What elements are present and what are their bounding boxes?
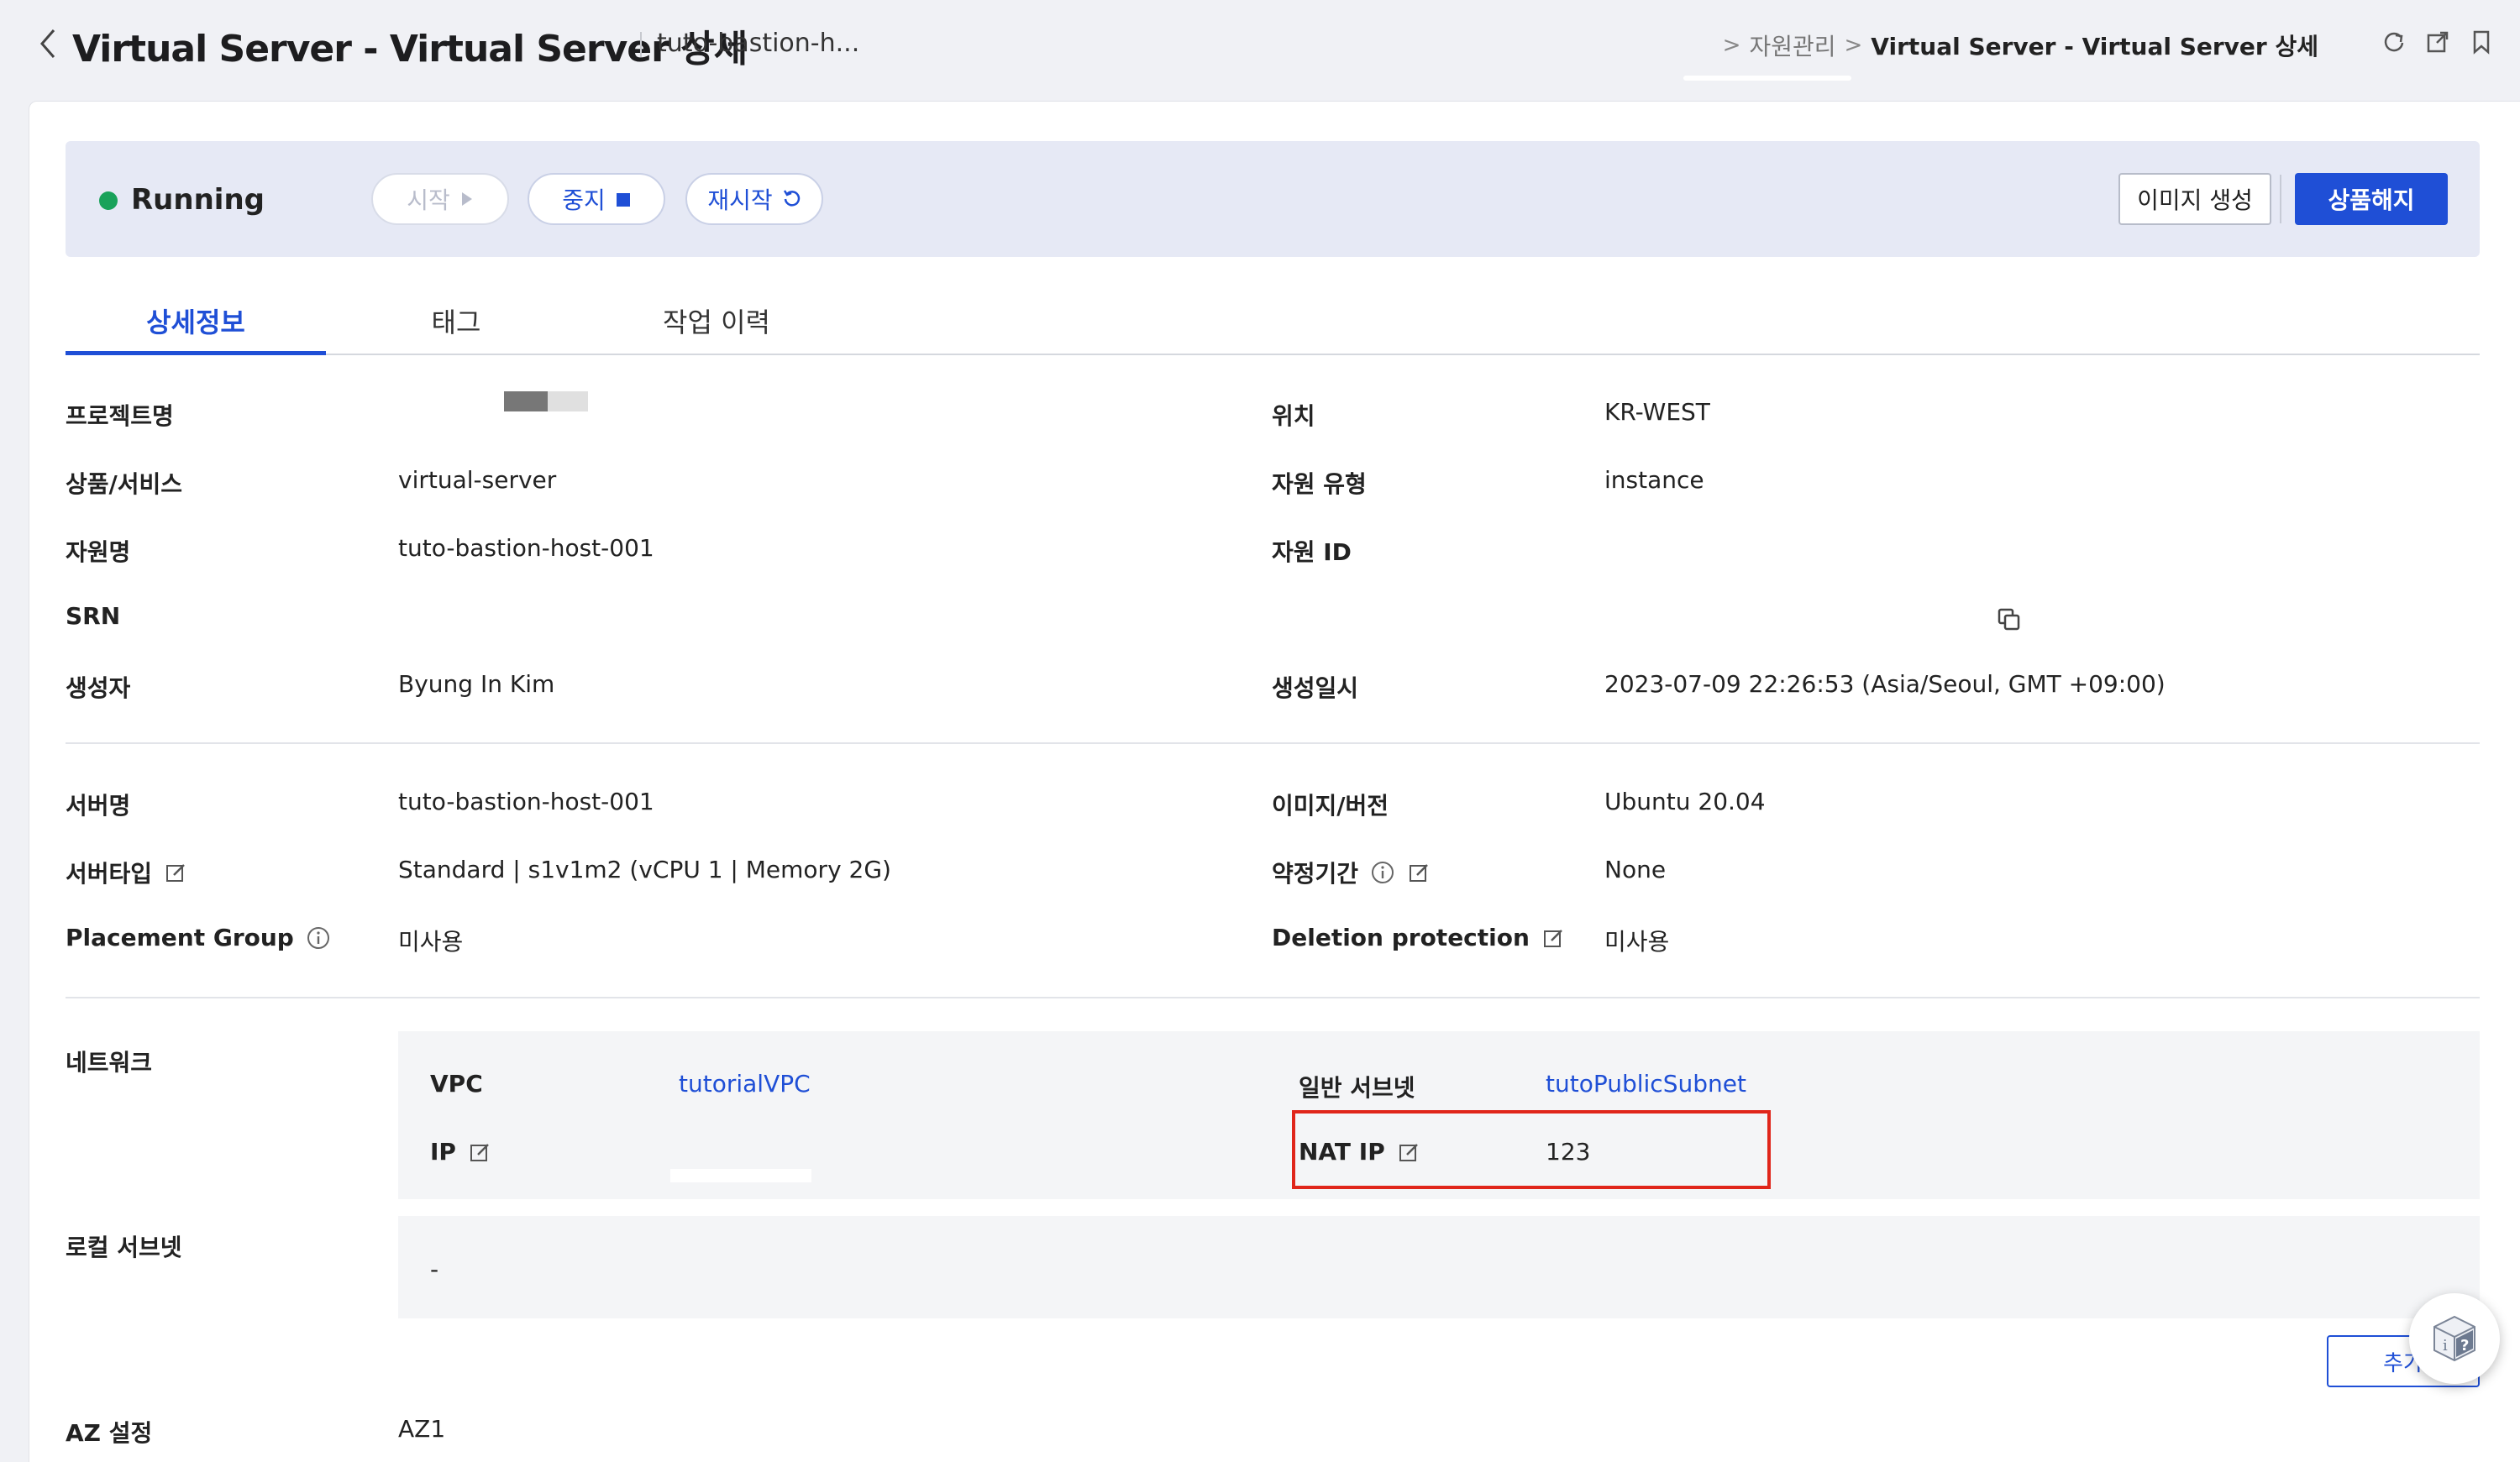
- creator-label: 생성자: [66, 674, 131, 702]
- page-subtitle: tuto-bastion-h...: [657, 29, 860, 58]
- refresh-icon[interactable]: [2381, 27, 2407, 57]
- status-running-dot: [99, 191, 118, 210]
- resource-id-label: 자원 ID: [1272, 538, 1352, 566]
- edit-icon[interactable]: [468, 1140, 493, 1165]
- vpc-label: VPC: [430, 1070, 483, 1098]
- info-icon[interactable]: [1370, 860, 1395, 885]
- breadcrumb: > 자원관리 > Virtual Server - Virtual Server…: [1723, 29, 2318, 62]
- title-divider: [640, 32, 642, 57]
- svg-text:?: ?: [2460, 1337, 2469, 1355]
- header-icons: [2381, 27, 2495, 57]
- creator-value: Byung In Kim: [398, 670, 555, 698]
- project-value-masked: [504, 391, 588, 411]
- bookmark-icon[interactable]: [2468, 27, 2495, 57]
- tab-bar: 상세정보 태그 작업 이력: [66, 290, 2480, 355]
- restart-button-label: 재시작: [707, 186, 773, 214]
- network-label: 네트워크: [66, 1049, 153, 1077]
- open-new-window-icon[interactable]: [2424, 27, 2451, 57]
- stop-square-icon: [616, 186, 631, 213]
- start-button-label: 시작: [407, 186, 450, 214]
- local-subnet-value: -: [430, 1255, 439, 1283]
- breadcrumb-item-resource-management[interactable]: 자원관리: [1749, 29, 1835, 62]
- image-version-value: Ubuntu 20.04: [1604, 788, 1766, 815]
- local-subnet-box: [398, 1216, 2480, 1318]
- created-at-label: 생성일시: [1272, 674, 1359, 702]
- local-subnet-label: 로컬 서브넷: [66, 1234, 182, 1261]
- chevron-right-icon: >: [1722, 33, 1741, 58]
- chevron-right-icon: >: [1844, 33, 1863, 58]
- server-type-label: 서버타입: [66, 856, 189, 889]
- section-divider: [66, 997, 2480, 998]
- page-header: Virtual Server - Virtual Server 상세 tuto-…: [0, 0, 2520, 92]
- ip-value-masked: [670, 1169, 811, 1182]
- deletion-protection-label-text: Deletion protection: [1272, 924, 1530, 951]
- location-value: KR-WEST: [1604, 398, 1710, 426]
- tab-details[interactable]: 상세정보: [66, 301, 326, 355]
- resource-name-value: tuto-bastion-host-001: [398, 534, 654, 562]
- restart-arrow-icon: [783, 186, 801, 213]
- start-button[interactable]: 시작: [371, 173, 509, 225]
- resource-type-label: 자원 유형: [1272, 470, 1367, 498]
- copy-icon[interactable]: [1996, 606, 2023, 633]
- subnet-link[interactable]: tutoPublicSubnet: [1546, 1070, 1746, 1098]
- edit-icon[interactable]: [164, 860, 189, 885]
- action-divider: [2280, 175, 2281, 223]
- deletion-protection-label: Deletion protection: [1272, 924, 1567, 951]
- breadcrumb-item-current: Virtual Server - Virtual Server 상세: [1871, 33, 2318, 60]
- vpc-link[interactable]: tutorialVPC: [679, 1070, 811, 1098]
- page-title: Virtual Server - Virtual Server 상세: [72, 28, 748, 71]
- nat-ip-highlight-box: [1292, 1110, 1771, 1189]
- contract-label: 약정기간: [1272, 856, 1432, 889]
- restart-button[interactable]: 재시작: [685, 173, 823, 225]
- stop-button[interactable]: 중지: [528, 173, 665, 225]
- deletion-protection-value: 미사용: [1604, 928, 1670, 956]
- placement-group-label-text: Placement Group: [66, 924, 294, 951]
- play-icon: [460, 186, 474, 213]
- info-icon[interactable]: [306, 925, 331, 951]
- az-value: AZ1: [398, 1415, 446, 1443]
- server-name-label: 서버명: [66, 792, 131, 820]
- image-version-label: 이미지/버전: [1272, 792, 1389, 820]
- server-type-label-text: 서버타입: [66, 860, 153, 888]
- help-cube-icon: i ?: [2433, 1315, 2475, 1362]
- placement-group-label: Placement Group: [66, 924, 331, 951]
- placement-group-value: 미사용: [398, 928, 464, 956]
- server-type-value: Standard | s1v1m2 (vCPU 1 | Memory 2G): [398, 856, 891, 883]
- project-label: 프로젝트명: [66, 402, 174, 430]
- edit-icon[interactable]: [1407, 860, 1432, 885]
- action-bar: Running 시작 중지 재시작 이미지 생성 상품해지: [66, 141, 2480, 257]
- az-label: AZ 설정: [66, 1419, 153, 1447]
- created-at-value: 2023-07-09 22:26:53 (Asia/Seoul, GMT +09…: [1604, 670, 2166, 698]
- ip-label-text: IP: [430, 1138, 456, 1166]
- create-image-button[interactable]: 이미지 생성: [2118, 173, 2271, 225]
- contract-label-text: 약정기간: [1272, 860, 1359, 888]
- section-divider: [66, 742, 2480, 744]
- location-label: 위치: [1272, 402, 1315, 430]
- contract-value: None: [1604, 856, 1667, 883]
- edit-icon[interactable]: [1541, 925, 1567, 951]
- ip-label: IP: [430, 1138, 493, 1166]
- product-label: 상품/서비스: [66, 470, 183, 498]
- tab-history[interactable]: 작업 이력: [586, 301, 847, 355]
- stop-button-label: 중지: [562, 186, 606, 214]
- status-text: Running: [131, 183, 265, 217]
- resource-type-value: instance: [1604, 466, 1704, 494]
- product-value: virtual-server: [398, 466, 557, 494]
- help-fab-button[interactable]: i ?: [2409, 1293, 2500, 1384]
- resource-name-label: 자원명: [66, 538, 131, 566]
- svg-text:i: i: [2443, 1337, 2448, 1355]
- tab-tags[interactable]: 태그: [326, 301, 586, 355]
- terminate-button[interactable]: 상품해지: [2295, 173, 2448, 225]
- subnet-label: 일반 서브넷: [1299, 1074, 1415, 1102]
- server-name-value: tuto-bastion-host-001: [398, 788, 654, 815]
- srn-label: SRN: [66, 602, 121, 630]
- back-chevron-icon[interactable]: [32, 25, 66, 62]
- header-scroll-indicator: [1683, 76, 1851, 81]
